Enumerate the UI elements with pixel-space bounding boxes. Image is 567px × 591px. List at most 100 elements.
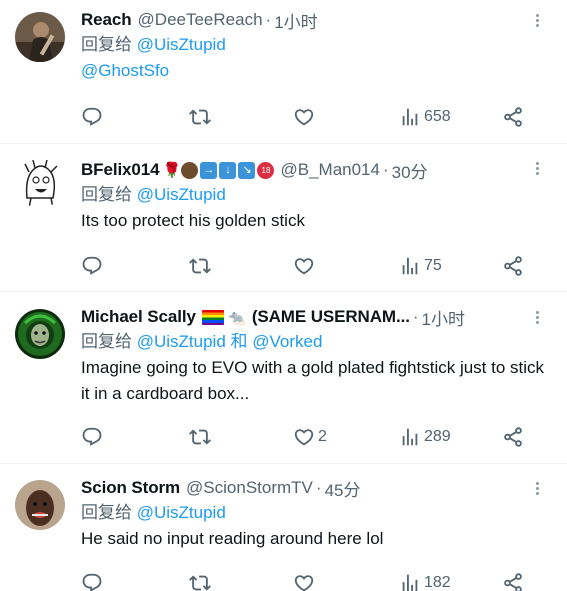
- retweet-icon: [189, 572, 211, 591]
- reply-icon: [81, 572, 103, 591]
- reply-prefix: 回复给: [81, 185, 132, 204]
- like-button[interactable]: [293, 104, 315, 130]
- avatar[interactable]: [15, 12, 65, 62]
- heart-icon: [293, 255, 315, 277]
- reply-mention[interactable]: @UisZtupid: [137, 35, 226, 54]
- mention-link[interactable]: @GhostSfo: [81, 61, 169, 80]
- like-count: 2: [318, 428, 327, 445]
- tweet-text: @GhostSfo: [81, 58, 553, 84]
- display-name[interactable]: BFelix014: [81, 160, 160, 180]
- views-count: 75: [424, 257, 442, 274]
- rainbow-flag-icon: [201, 309, 224, 325]
- reply-mention[interactable]: @UisZtupid: [137, 185, 226, 204]
- display-name[interactable]: Scion Storm: [81, 478, 180, 498]
- views-button[interactable]: 182: [399, 570, 451, 591]
- avatar[interactable]: [15, 309, 65, 359]
- heart-icon: [293, 106, 315, 128]
- rat-icon: 🐀: [228, 308, 246, 325]
- more-icon[interactable]: [527, 160, 547, 180]
- share-button[interactable]: [502, 424, 524, 450]
- reply-mention[interactable]: @UisZtupid: [137, 503, 226, 522]
- arrow-right-icon: →: [200, 161, 218, 179]
- share-icon: [502, 572, 524, 591]
- reply-mention-2[interactable]: @Vorked: [252, 332, 322, 351]
- retweet-button[interactable]: [189, 424, 211, 450]
- tweet-bfelix[interactable]: BFelix014 🌹 → ↓ ↘ 18 @B_Man014 · 30分 回复给…: [0, 144, 567, 292]
- share-button[interactable]: [502, 253, 524, 279]
- display-name[interactable]: Michael Scally: [81, 307, 196, 327]
- tweet-header: BFelix014 🌹 → ↓ ↘ 18 @B_Man014 · 30分: [81, 158, 553, 182]
- name-emojis: 🐀: [201, 308, 248, 326]
- reply-button[interactable]: [81, 104, 103, 130]
- timestamp[interactable]: 1小时: [422, 305, 465, 329]
- retweet-icon: [189, 255, 211, 277]
- views-count: 182: [424, 574, 451, 591]
- like-button[interactable]: [293, 253, 315, 279]
- user-handle[interactable]: @DeeTeeReach: [138, 10, 263, 30]
- eighteen-icon: 18: [257, 161, 275, 179]
- retweet-icon: [189, 106, 211, 128]
- share-icon: [502, 255, 524, 277]
- user-handle[interactable]: @B_Man014: [280, 160, 380, 180]
- name-emojis: 🌹 → ↓ ↘ 18: [162, 161, 275, 179]
- like-button[interactable]: [293, 570, 315, 591]
- more-icon[interactable]: [527, 309, 547, 329]
- views-count: 289: [424, 428, 451, 445]
- heart-icon: [293, 572, 315, 591]
- views-icon: [399, 255, 421, 277]
- reply-button[interactable]: [81, 424, 103, 450]
- views-icon: [399, 572, 421, 591]
- arrow-down-right-icon: ↘: [238, 161, 256, 179]
- rose-icon: 🌹: [162, 161, 182, 179]
- share-icon: [502, 426, 524, 448]
- display-name[interactable]: Reach: [81, 10, 132, 30]
- views-count: 658: [424, 108, 451, 125]
- display-name-suffix[interactable]: (SAME USERNAM...: [252, 307, 410, 327]
- separator: ·: [412, 307, 419, 326]
- separator: ·: [382, 160, 389, 179]
- tweet-text: Imagine going to EVO with a gold plated …: [81, 358, 545, 403]
- reply-context: 回复给 @UisZtupid: [81, 500, 553, 526]
- tweet-reach[interactable]: Reach @DeeTeeReach · 1小时 回复给 @UisZtupid …: [0, 0, 567, 144]
- reply-prefix: 回复给: [81, 503, 132, 522]
- reply-button[interactable]: [81, 570, 103, 591]
- tweet-michael-scally[interactable]: Michael Scally 🐀 (SAME USERNAM... · 1小时 …: [0, 292, 567, 464]
- timestamp[interactable]: 45分: [325, 476, 361, 500]
- share-button[interactable]: [502, 570, 524, 591]
- tweet-scion-storm[interactable]: Scion Storm @ScionStormTV · 45分 回复给 @Uis…: [0, 464, 567, 591]
- reply-and: 和: [230, 332, 248, 351]
- tweet-text: Its too protect his golden stick: [81, 211, 305, 230]
- retweet-button[interactable]: [189, 104, 211, 130]
- reply-context: 回复给 @UisZtupid: [81, 32, 553, 58]
- like-button[interactable]: 2: [293, 424, 327, 450]
- more-icon[interactable]: [527, 12, 547, 32]
- reply-icon: [81, 106, 103, 128]
- reply-prefix: 回复给: [81, 35, 132, 54]
- reply-icon: [81, 255, 103, 277]
- tweet-header: Scion Storm @ScionStormTV · 45分: [81, 476, 553, 500]
- views-button[interactable]: 289: [399, 424, 451, 450]
- avatar[interactable]: [15, 158, 65, 208]
- views-icon: [399, 426, 421, 448]
- user-handle[interactable]: @ScionStormTV: [186, 478, 313, 498]
- views-button[interactable]: 75: [399, 253, 442, 279]
- reply-mention[interactable]: @UisZtupid: [137, 332, 226, 351]
- retweet-button[interactable]: [189, 570, 211, 591]
- views-button[interactable]: 658: [399, 104, 451, 130]
- separator: ·: [265, 10, 272, 29]
- share-button[interactable]: [502, 104, 524, 130]
- retweet-button[interactable]: [189, 253, 211, 279]
- avatar[interactable]: [15, 480, 65, 530]
- timestamp[interactable]: 1小时: [274, 8, 317, 32]
- share-icon: [502, 106, 524, 128]
- timestamp[interactable]: 30分: [392, 158, 428, 182]
- reply-button[interactable]: [81, 253, 103, 279]
- more-icon[interactable]: [527, 480, 547, 500]
- retweet-icon: [189, 426, 211, 448]
- tweet-header: Reach @DeeTeeReach · 1小时: [81, 8, 553, 32]
- heart-icon: [293, 426, 315, 448]
- views-icon: [399, 106, 421, 128]
- separator: ·: [315, 478, 322, 497]
- reply-context: 回复给 @UisZtupid 和 @Vorked: [81, 329, 553, 355]
- reply-context: 回复给 @UisZtupid: [81, 182, 553, 208]
